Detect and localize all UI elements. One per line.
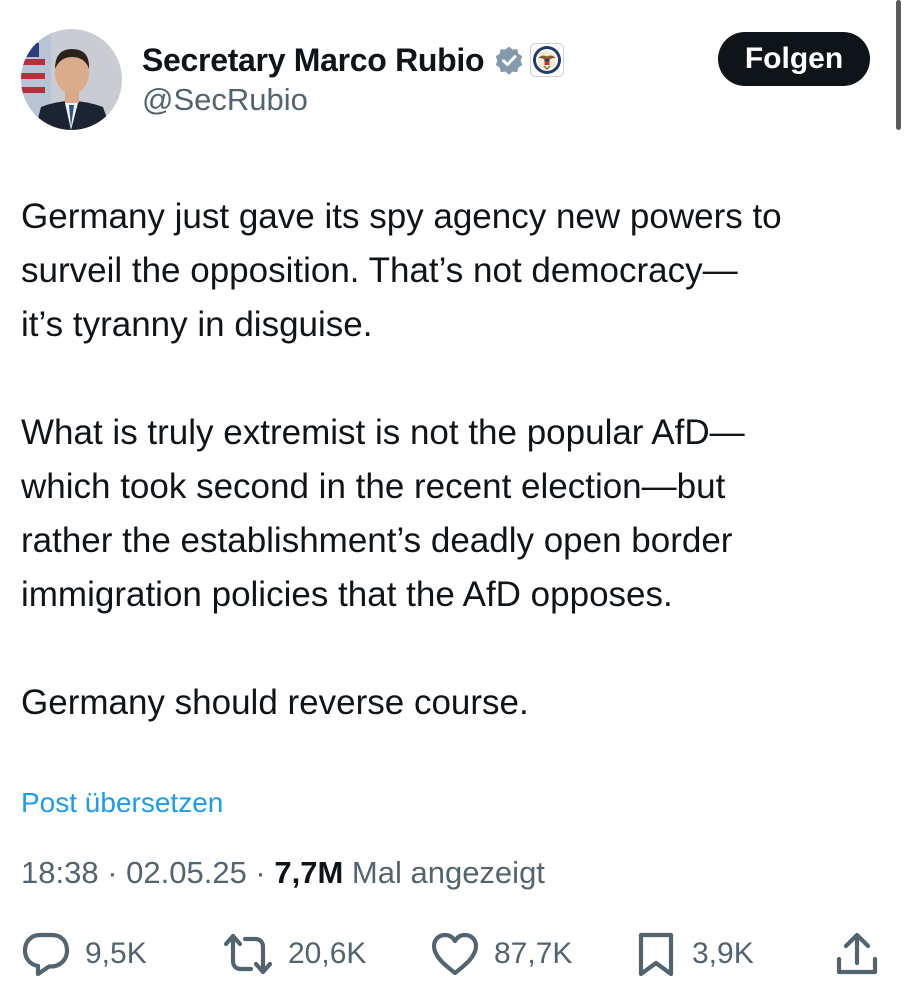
author-name-row[interactable]: Secretary Marco Rubio [142, 38, 565, 82]
state-department-seal-icon [530, 43, 565, 77]
reply-button[interactable]: 9,5K [21, 928, 147, 980]
verified-badge-icon [494, 45, 524, 75]
share-icon [836, 932, 878, 975]
profile-photo [21, 29, 122, 130]
follow-button[interactable]: Folgen [718, 32, 870, 86]
action-bar: 9,5K 20,6K 87,7K 3,9K [0, 928, 910, 980]
post-metadata: 18:38 · 02.05.25 · 7,7M Mal angezeigt [21, 855, 545, 891]
repost-button[interactable]: 20,6K [222, 928, 366, 980]
reply-count: 9,5K [85, 937, 147, 970]
post-text: Germany just gave its spy agency new pow… [21, 190, 891, 730]
meta-separator: · [246, 855, 275, 890]
views-label: Mal angezeigt [343, 855, 545, 890]
repost-icon [223, 933, 273, 975]
like-count: 87,7K [494, 937, 573, 970]
avatar[interactable] [21, 29, 122, 130]
post-paragraph: Germany just gave its spy agency new pow… [21, 197, 782, 344]
translate-post-link[interactable]: Post übersetzen [21, 787, 223, 819]
post-paragraph: Germany should reverse course. [21, 683, 529, 722]
author-handle[interactable]: @SecRubio [142, 82, 308, 118]
like-button[interactable]: 87,7K [430, 928, 572, 980]
share-button[interactable] [834, 928, 880, 980]
views-count: 7,7M [274, 855, 344, 890]
author-display-name[interactable]: Secretary Marco Rubio [142, 42, 485, 79]
bookmark-button[interactable]: 3,9K [634, 928, 754, 980]
bookmark-icon [638, 932, 674, 977]
reply-icon [22, 932, 70, 977]
meta-separator: · [98, 855, 127, 890]
post-time[interactable]: 18:38 [21, 855, 99, 890]
repost-count: 20,6K [288, 937, 367, 970]
heart-icon [431, 932, 479, 976]
scrollbar[interactable] [896, 0, 901, 130]
post-date[interactable]: 02.05.25 [126, 855, 247, 890]
post-paragraph: What is truly extremist is not the popul… [21, 413, 745, 614]
bookmark-count: 3,9K [692, 937, 754, 970]
